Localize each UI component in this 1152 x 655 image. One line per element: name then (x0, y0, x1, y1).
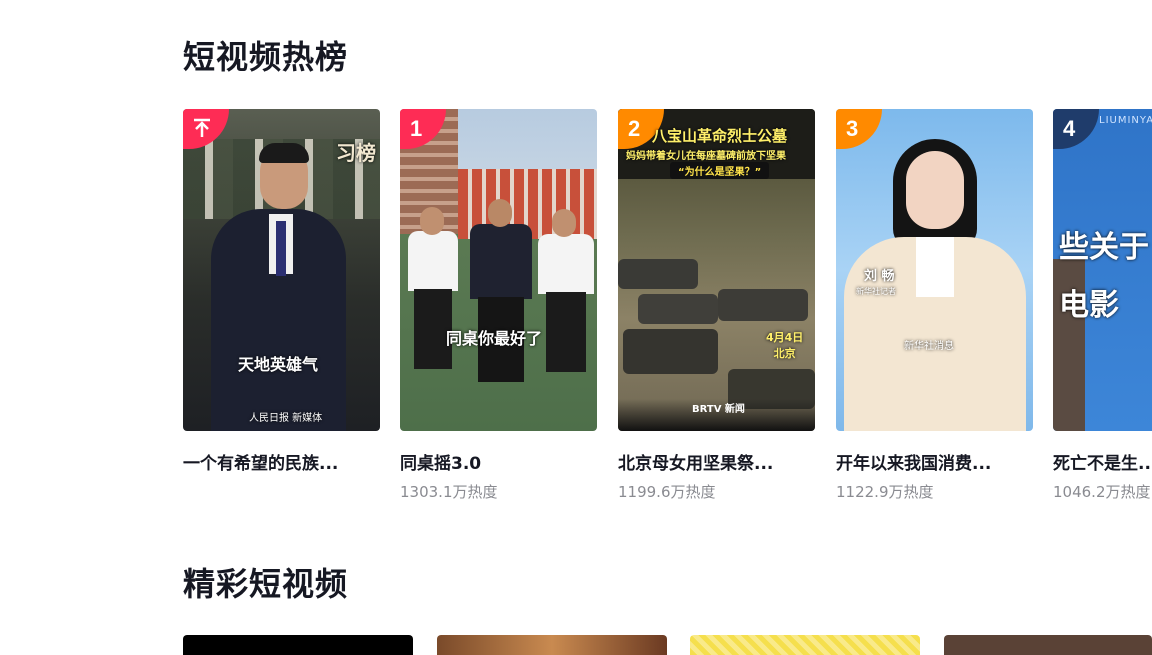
featured-video-thumbnail[interactable] (437, 635, 667, 655)
thumbnail-watermark: 人民日报 新媒体 (249, 413, 323, 424)
anchor-name: 刘 畅 (864, 269, 895, 284)
video-thumbnail[interactable]: 4 LIUMINYA 些关于 电影 (1053, 109, 1152, 431)
video-title[interactable]: 北京母女用坚果祭... (618, 452, 815, 476)
video-title[interactable]: 死亡不是生... (1053, 452, 1152, 476)
featured-video-thumbnail[interactable] (944, 635, 1152, 655)
hot-video-card[interactable]: 2 八宝山革命烈士公墓 妈妈带着女儿在每座墓碑前放下坚果 “为什么是坚果？” 4… (618, 109, 815, 501)
video-thumbnail[interactable]: 2 八宝山革命烈士公墓 妈妈带着女儿在每座墓碑前放下坚果 “为什么是坚果？” 4… (618, 109, 815, 431)
video-title[interactable]: 开年以来我国消费... (836, 452, 1033, 476)
thumbnail-subheadline: 妈妈带着女儿在每座墓碑前放下坚果 (626, 151, 786, 162)
video-thumbnail[interactable]: 3 刘 畅 新华社记者 新华社消息 (836, 109, 1033, 431)
thumbnail-corner-text: 习榜 (336, 141, 376, 165)
thumbnail-date: 4月4日 北京 (766, 331, 804, 360)
featured-section-title: 精彩短视频 (183, 565, 349, 603)
hot-video-card[interactable]: 4 LIUMINYA 些关于 电影 死亡不是生... 1046.2万热度 (1053, 109, 1152, 501)
featured-video-thumbnail[interactable] (690, 635, 920, 655)
thumbnail-caption: 天地英雄气 (238, 355, 319, 374)
featured-video-thumbnail[interactable] (183, 635, 413, 655)
anchor-title: 新华社记者 (856, 287, 896, 296)
thumbnail-caption: 些关于 电影 (1059, 230, 1149, 323)
heat-count: 1046.2万热度 (1053, 483, 1151, 501)
video-title[interactable]: 同桌摇3.0 (400, 452, 597, 476)
thumbnail-bubble: “为什么是坚果？” (670, 162, 770, 179)
heat-count: 1122.9万热度 (836, 483, 934, 501)
hot-section-title: 短视频热榜 (183, 38, 349, 76)
brtv-logo: BRTV 新闻 (692, 404, 745, 415)
thumbnail-tag: LIUMINYA (1099, 115, 1152, 126)
rank-badge: 4 (1053, 109, 1099, 149)
pin-top-icon (194, 118, 210, 137)
hot-video-list: 习榜 天地英雄气 人民日报 新媒体 一个有希望的民族... 1 同桌你最好了 同… (183, 109, 1152, 509)
video-thumbnail[interactable]: 习榜 天地英雄气 人民日报 新媒体 (183, 109, 380, 431)
thumbnail-caption: 新华社消息 (904, 341, 954, 352)
rank-badge: 3 (836, 109, 882, 149)
hot-video-card[interactable]: 3 刘 畅 新华社记者 新华社消息 开年以来我国消费... 1122.9万热度 (836, 109, 1033, 501)
heat-count: 1303.1万热度 (400, 483, 498, 501)
hot-video-card[interactable]: 习榜 天地英雄气 人民日报 新媒体 一个有希望的民族... (183, 109, 380, 474)
video-thumbnail[interactable]: 1 同桌你最好了 (400, 109, 597, 431)
hot-video-card[interactable]: 1 同桌你最好了 同桌摇3.0 1303.1万热度 (400, 109, 597, 501)
thumbnail-headline: 八宝山革命烈士公墓 (652, 127, 788, 145)
heat-count: 1199.6万热度 (618, 483, 716, 501)
video-title[interactable]: 一个有希望的民族... (183, 452, 380, 476)
thumbnail-caption: 同桌你最好了 (446, 329, 543, 348)
